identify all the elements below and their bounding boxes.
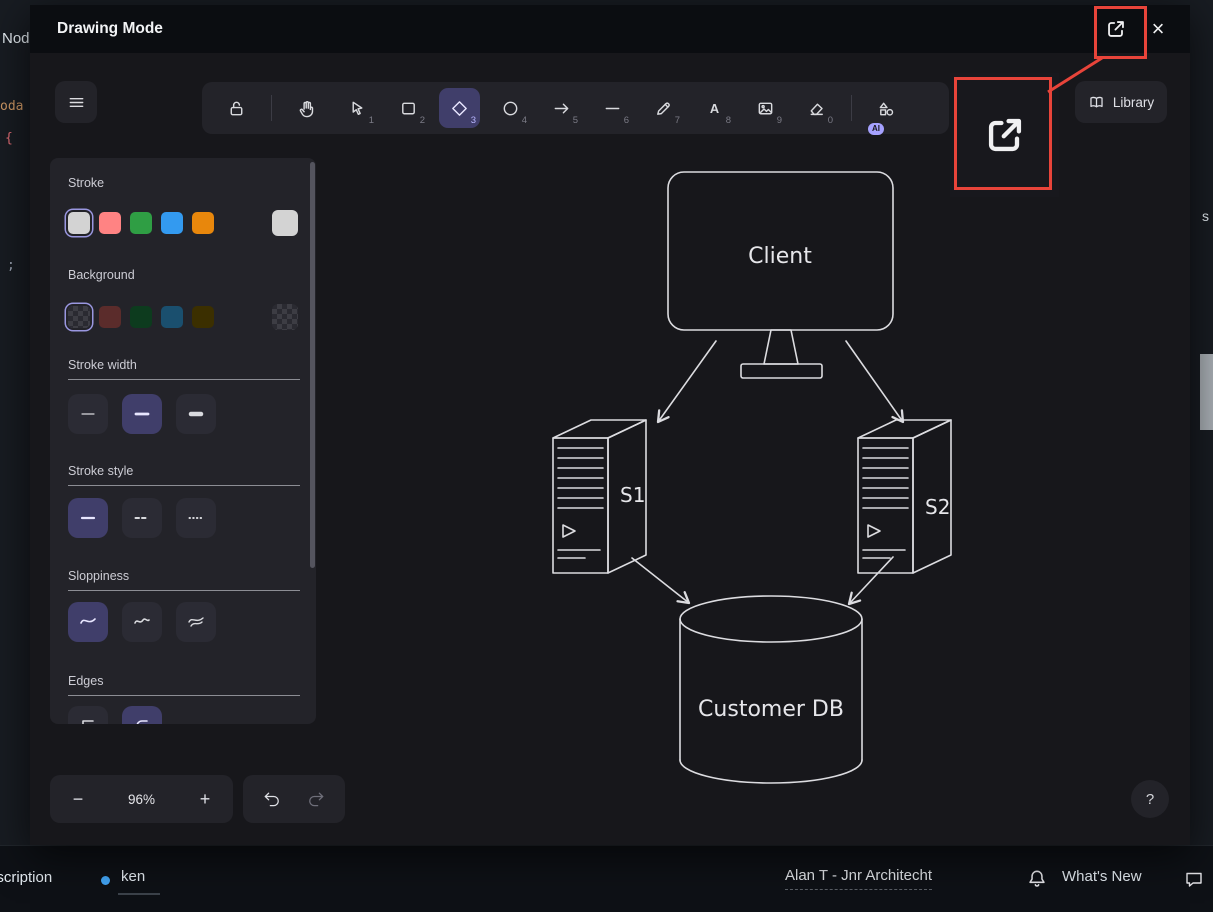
sharp-corner-icon — [78, 716, 98, 724]
bell-icon[interactable] — [1026, 868, 1048, 895]
close-button[interactable]: × — [1145, 16, 1171, 42]
background-color-swatch[interactable] — [130, 306, 152, 328]
shape-customer-db[interactable]: Customer DB — [680, 596, 862, 783]
label-client: Client — [748, 244, 812, 269]
background-color-swatch[interactable] — [161, 306, 183, 328]
bold-line-icon — [132, 404, 152, 424]
token-underline — [118, 893, 160, 895]
bg-app-right-fragment: s — [1202, 208, 1209, 224]
status-dot — [101, 876, 110, 885]
stroke-width-thin-button[interactable] — [68, 394, 108, 434]
edges-row — [68, 706, 298, 724]
bg-app-code-fragment-3: ; — [7, 258, 15, 273]
token-label: ken — [121, 868, 145, 885]
edges-section-label: Edges — [68, 674, 300, 696]
stroke-style-section-label: Stroke style — [68, 464, 300, 486]
properties-panel: Stroke Background Stroke width Stroke st… — [50, 158, 316, 724]
shape-server-s1[interactable]: S1 — [553, 420, 646, 573]
help-button[interactable]: ? — [1131, 780, 1169, 818]
shape-client-monitor[interactable]: Client — [668, 172, 893, 378]
arrow-client-s2[interactable] — [846, 341, 903, 422]
open-external-button[interactable] — [1103, 16, 1129, 42]
stroke-width-extrabold-button[interactable] — [176, 394, 216, 434]
external-link-icon-large — [981, 111, 1029, 159]
sloppiness-cartoonist-button[interactable] — [176, 602, 216, 642]
panel-scrollbar-thumb[interactable] — [310, 162, 315, 568]
round-corner-icon — [132, 716, 152, 724]
redo-icon — [306, 789, 326, 809]
sloppiness-row — [68, 602, 298, 642]
stroke-color-swatch[interactable] — [161, 212, 183, 234]
background-color-swatch[interactable] — [68, 306, 90, 328]
stroke-style-solid-button[interactable] — [68, 498, 108, 538]
zoom-level[interactable]: 96% — [128, 792, 155, 807]
whats-new-link[interactable]: What's New — [1062, 868, 1142, 885]
stroke-color-swatch[interactable] — [130, 212, 152, 234]
stroke-style-dashed-button[interactable] — [122, 498, 162, 538]
label-customer-db: Customer DB — [698, 697, 844, 722]
annotation-zoomed-button — [950, 73, 1059, 197]
solid-line-icon — [78, 508, 98, 528]
redo-button[interactable] — [300, 783, 332, 815]
thin-line-icon — [78, 404, 98, 424]
stroke-color-row — [68, 210, 298, 236]
chat-icon[interactable] — [1183, 869, 1205, 894]
bg-app-heading-fragment: Nod — [2, 30, 30, 47]
modal-header: Drawing Mode × — [30, 5, 1190, 53]
stroke-color-swatch[interactable] — [68, 212, 90, 234]
zoom-in-button[interactable]: + — [193, 789, 217, 810]
stroke-width-section-label: Stroke width — [68, 358, 300, 380]
edges-sharp-button[interactable] — [68, 706, 108, 724]
background-section-label: Background — [68, 268, 135, 282]
background-color-swatch[interactable] — [99, 306, 121, 328]
cartoonist-squiggle-icon — [186, 612, 206, 632]
background-current-swatch[interactable] — [272, 304, 298, 330]
label-s2: S2 — [925, 495, 950, 519]
close-icon: × — [1152, 18, 1165, 40]
app-status-bar: nscription ken Alan T - Jnr Architecht W… — [0, 845, 1213, 912]
stroke-width-bold-button[interactable] — [122, 394, 162, 434]
dashed-line-icon — [132, 508, 152, 528]
undo-redo-controls — [243, 775, 345, 823]
modal-title: Drawing Mode — [57, 20, 163, 38]
bg-app-code-fragment-2: { — [5, 131, 13, 146]
undo-icon — [262, 789, 282, 809]
architect-squiggle-icon — [78, 612, 98, 632]
zoom-controls: − 96% + — [50, 775, 233, 823]
stroke-style-dotted-button[interactable] — [176, 498, 216, 538]
stroke-width-row — [68, 394, 298, 434]
shape-server-s2[interactable]: S2 — [858, 420, 951, 573]
extrabold-line-icon — [186, 404, 206, 424]
stroke-current-swatch[interactable] — [272, 210, 298, 236]
sloppiness-section-label: Sloppiness — [68, 569, 300, 591]
artist-squiggle-icon — [132, 612, 152, 632]
subscription-text-fragment: nscription — [0, 869, 52, 886]
account-name[interactable]: Alan T - Jnr Architecht — [785, 867, 932, 890]
label-s1: S1 — [620, 483, 645, 507]
stroke-style-row — [68, 498, 298, 538]
stroke-color-swatch[interactable] — [99, 212, 121, 234]
undo-button[interactable] — [256, 783, 288, 815]
stroke-color-swatch[interactable] — [192, 212, 214, 234]
sloppiness-architect-button[interactable] — [68, 602, 108, 642]
edges-round-button[interactable] — [122, 706, 162, 724]
stroke-section-label: Stroke — [68, 176, 104, 190]
app-scrollbar-thumb[interactable] — [1200, 354, 1213, 430]
arrow-s2-db[interactable] — [849, 557, 893, 604]
arrow-s1-db[interactable] — [632, 558, 689, 603]
background-color-swatch[interactable] — [192, 306, 214, 328]
background-color-row — [68, 304, 298, 330]
zoom-out-button[interactable]: − — [66, 789, 90, 810]
sloppiness-artist-button[interactable] — [122, 602, 162, 642]
bg-app-code-fragment-1: oda — [0, 99, 23, 114]
dotted-line-icon — [186, 508, 206, 528]
external-link-icon — [1104, 17, 1128, 41]
arrow-client-s1[interactable] — [658, 341, 716, 422]
